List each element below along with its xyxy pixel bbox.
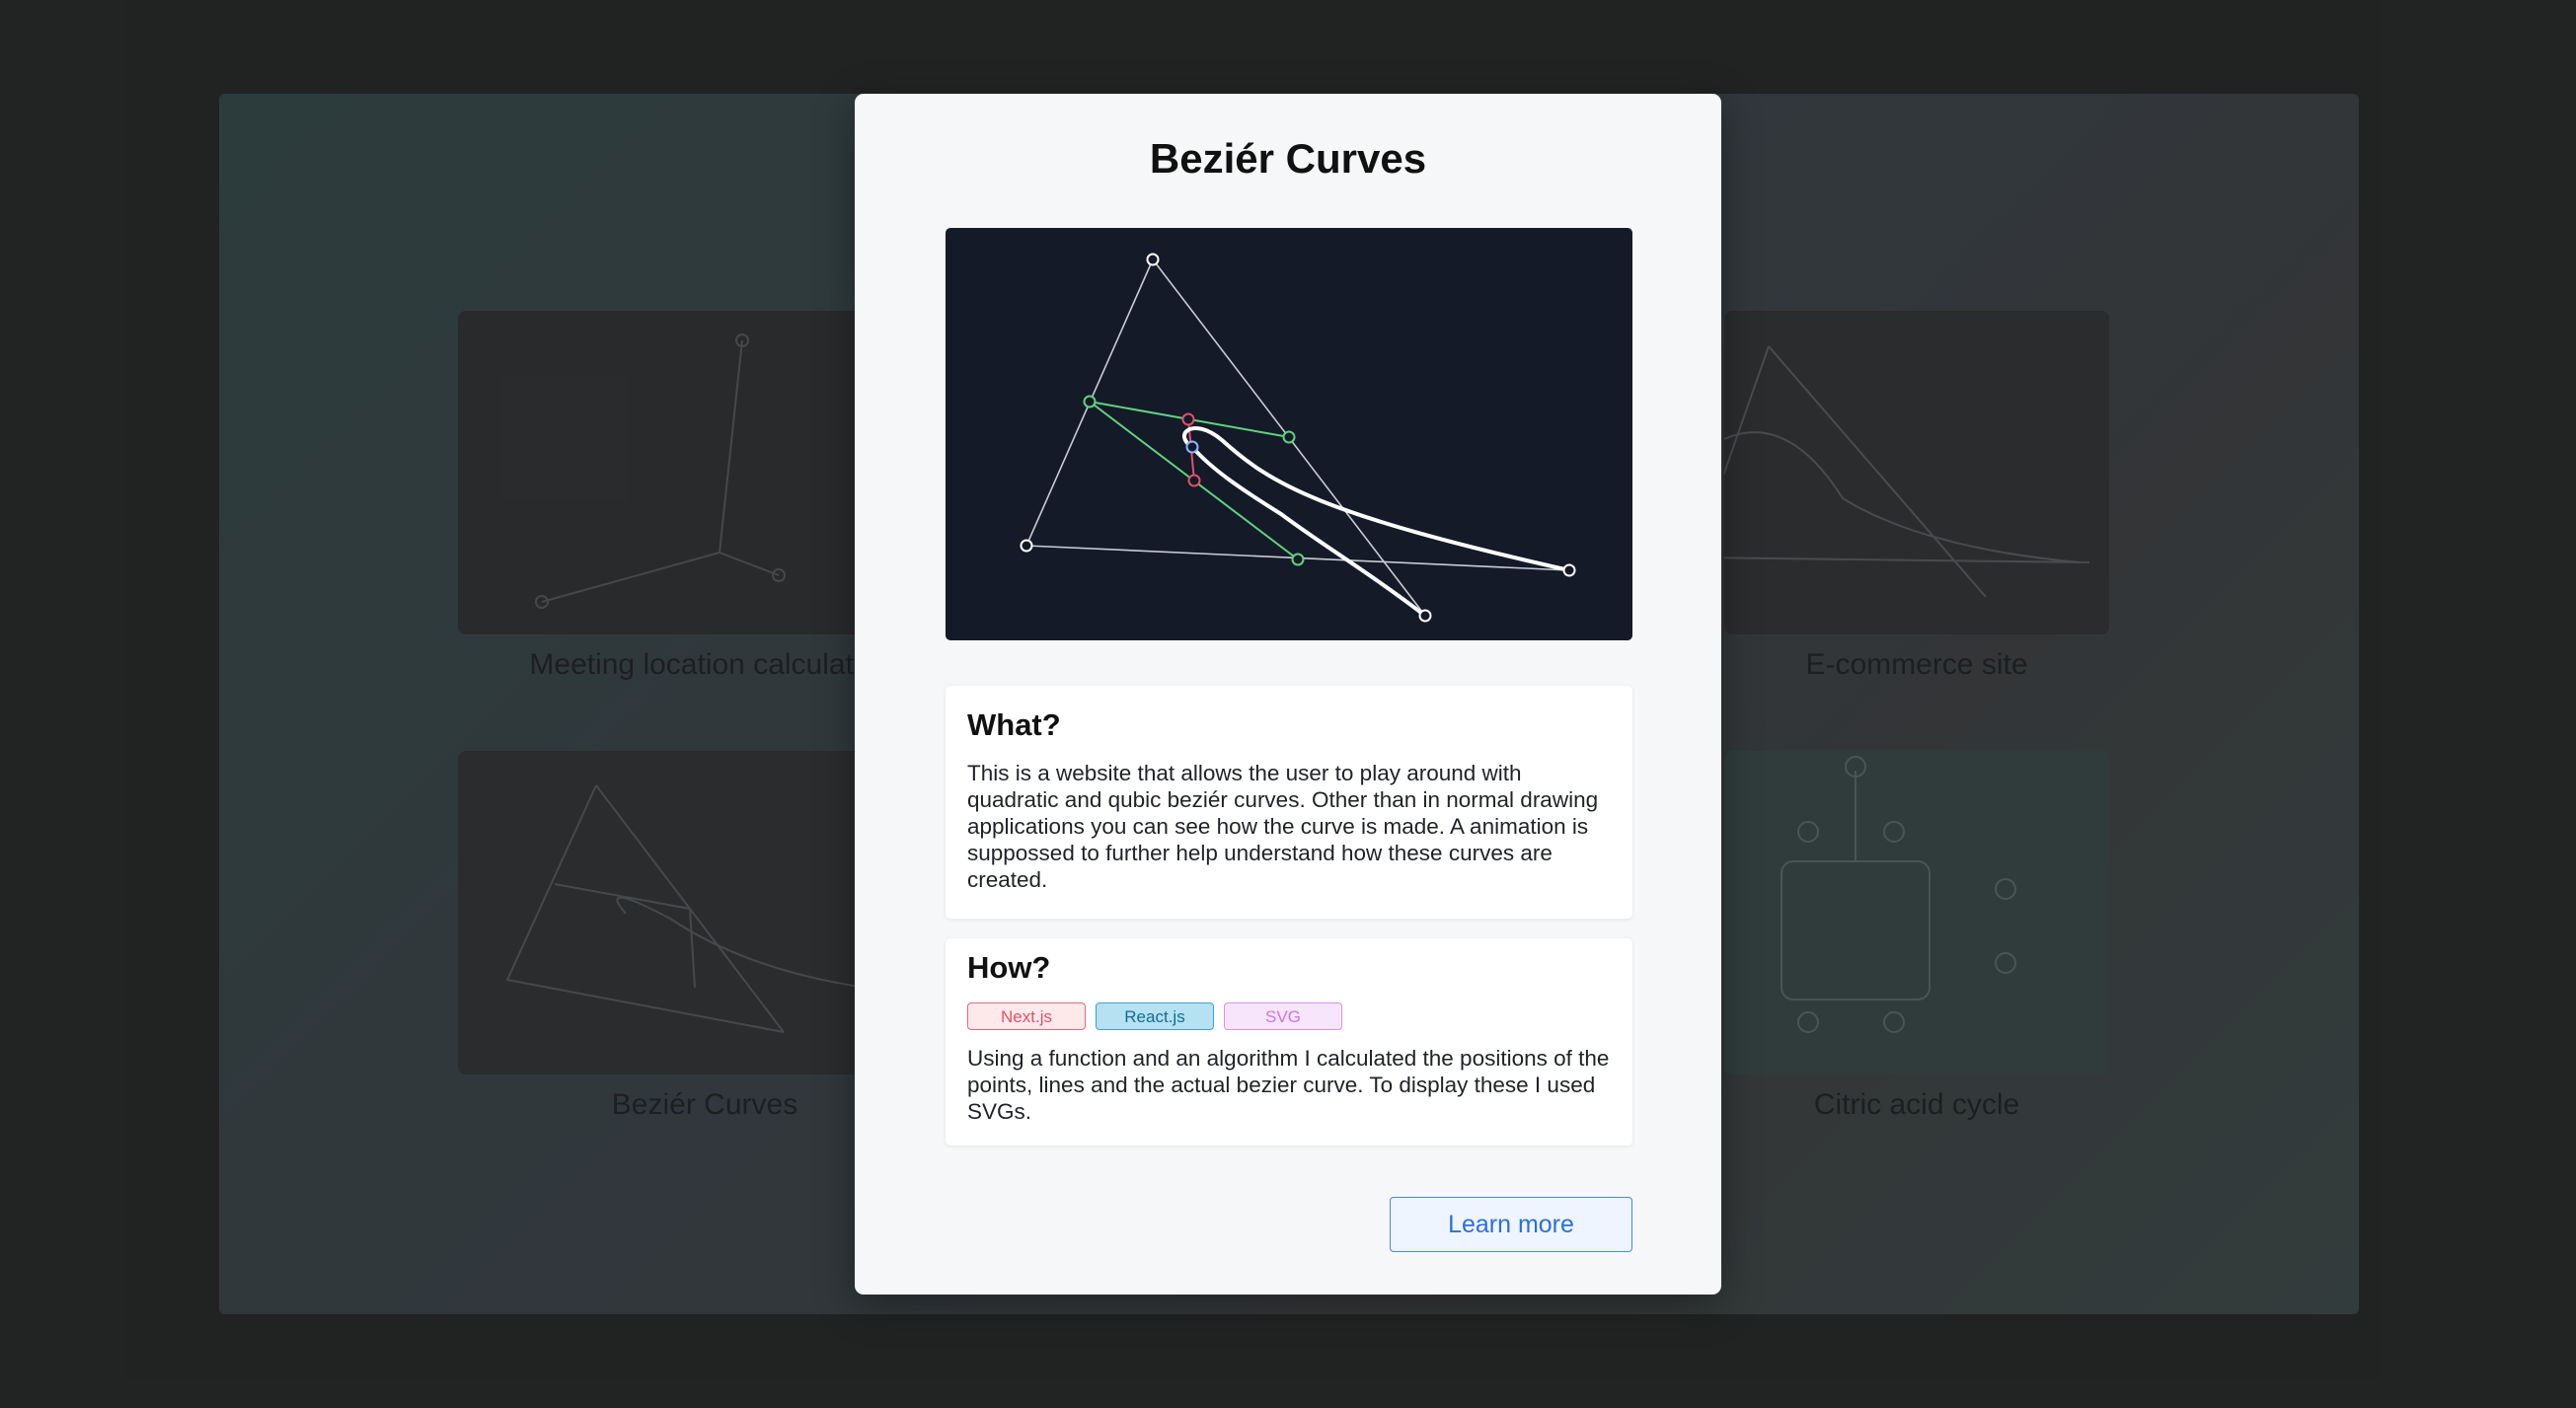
- what-section: What? This is a website that allows the …: [946, 686, 1632, 919]
- what-description: This is a website that allows the user t…: [967, 761, 1599, 892]
- tag-nextjs: Next.js: [967, 1002, 1086, 1030]
- how-section: How? Next.js React.js SVG Using a functi…: [946, 938, 1632, 1146]
- learn-more-button[interactable]: Learn more: [1390, 1197, 1632, 1252]
- modal-title: Beziér Curves: [1149, 135, 1427, 182]
- bezier-preview: [946, 228, 1632, 640]
- project-modal: Beziér Curves What? This is a website th…: [855, 94, 1721, 1295]
- how-heading: How?: [967, 950, 1051, 985]
- tag-reactjs: React.js: [1096, 1002, 1214, 1030]
- how-description: Using a function and an algorithm I calc…: [967, 1046, 1610, 1124]
- tag-svg: SVG: [1224, 1002, 1342, 1030]
- bezier-diagram: [1020, 253, 1576, 623]
- what-heading: What?: [967, 707, 1061, 742]
